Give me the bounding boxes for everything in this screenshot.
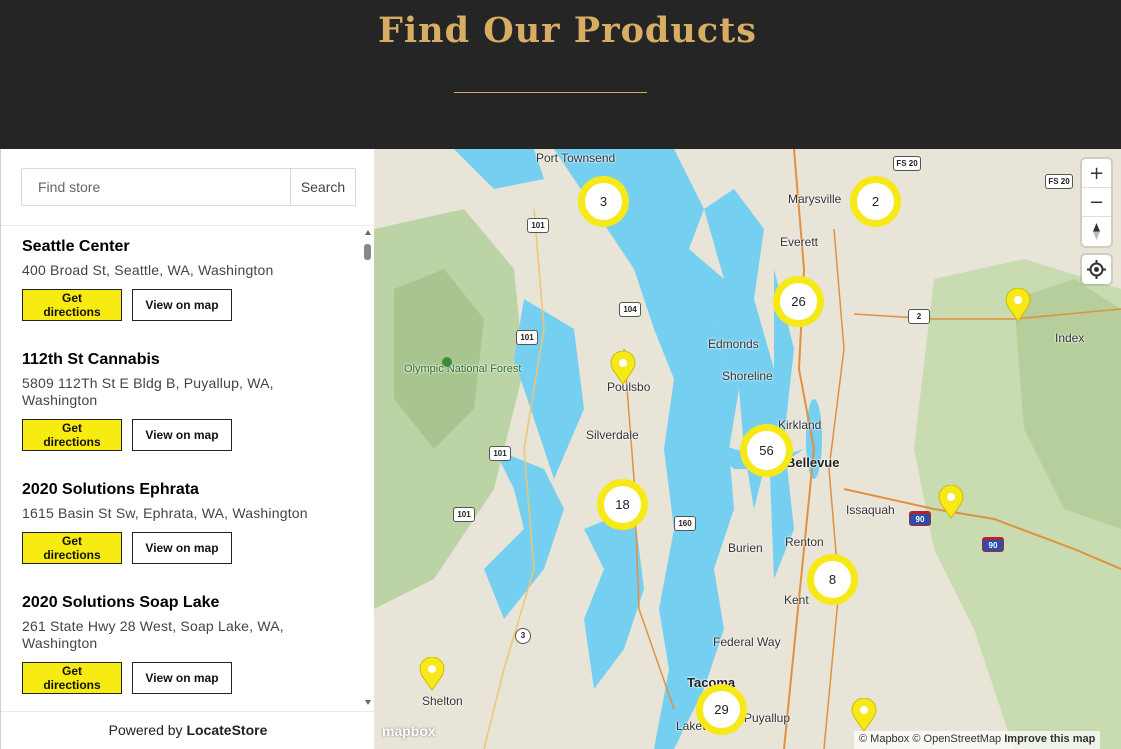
get-directions-button[interactable]: Get directions xyxy=(22,532,122,564)
place-label: Puyallup xyxy=(744,711,791,725)
page-title: Find Our Products xyxy=(378,10,758,51)
scroll-thumb[interactable] xyxy=(364,244,371,260)
scroll-down-arrow-icon[interactable] xyxy=(365,700,371,705)
store-item: Seattle Center 400 Broad St, Seattle, WA… xyxy=(22,238,352,321)
store-cluster[interactable]: 8 xyxy=(807,554,858,605)
place-label: Issaquah xyxy=(846,503,895,517)
store-address: 1615 Basin St Sw, Ephrata, WA, Washingto… xyxy=(22,505,308,521)
place-label: Index xyxy=(1055,331,1085,345)
store-list[interactable]: Seattle Center 400 Broad St, Seattle, WA… xyxy=(1,226,363,711)
search-bar: Search xyxy=(21,168,356,206)
place-label: Burien xyxy=(728,541,763,555)
place-label: Shoreline xyxy=(722,369,773,383)
route-shield: FS 20 xyxy=(1045,174,1073,189)
get-directions-button[interactable]: Get directions xyxy=(22,662,122,694)
geolocate-icon xyxy=(1087,260,1106,279)
store-cluster[interactable]: 2 xyxy=(850,176,901,227)
route-shield: 101 xyxy=(489,446,511,461)
place-label: Silverdale xyxy=(586,428,639,442)
powered-by-footer: Powered by LocateStore xyxy=(1,711,375,749)
map-attribution: © Mapbox © OpenStreetMap Improve this ma… xyxy=(854,731,1101,749)
get-directions-button[interactable]: Get directions xyxy=(22,419,122,451)
view-on-map-button[interactable]: View on map xyxy=(132,419,232,451)
park-tree-icon xyxy=(442,357,452,367)
store-pin-icon[interactable] xyxy=(419,657,445,691)
map-zoom-controls: + − xyxy=(1082,159,1111,246)
place-label: Bellevue xyxy=(786,455,840,470)
route-shield: 104 xyxy=(619,302,641,317)
store-item: 2020 Solutions Soap Lake 261 State Hwy 2… xyxy=(22,594,352,694)
store-cluster[interactable]: 56 xyxy=(740,424,793,477)
zoom-in-button[interactable]: + xyxy=(1082,159,1111,188)
store-pin-icon[interactable] xyxy=(610,351,636,385)
store-name: 2020 Solutions Ephrata xyxy=(22,481,199,498)
place-label: Port Townsend xyxy=(536,151,616,165)
store-pin-icon[interactable] xyxy=(1005,288,1031,322)
view-on-map-button[interactable]: View on map xyxy=(132,289,232,321)
interstate-shield: 90 xyxy=(909,511,931,526)
store-name: 2020 Solutions Soap Lake xyxy=(22,594,220,611)
store-address: 5809 112Th St E Bldg B, Puyallup, WA, Wa… xyxy=(22,375,274,408)
zoom-out-button[interactable]: − xyxy=(1082,188,1111,217)
store-item: 2020 Solutions Ephrata 1615 Basin St Sw,… xyxy=(22,481,352,564)
store-address: 400 Broad St, Seattle, WA, Washington xyxy=(22,262,274,278)
geolocate-button[interactable] xyxy=(1082,255,1111,284)
view-on-map-button[interactable]: View on map xyxy=(132,532,232,564)
store-sidebar: Search Seattle Center 400 Broad St, Seat… xyxy=(0,149,375,749)
place-label: Kent xyxy=(784,593,809,607)
store-name: Seattle Center xyxy=(22,238,130,255)
place-label: Edmonds xyxy=(708,337,759,351)
scroll-up-arrow-icon[interactable] xyxy=(365,230,371,235)
route-shield: 101 xyxy=(516,330,538,345)
place-label: Marysville xyxy=(788,192,842,206)
footer-brand: LocateStore xyxy=(186,722,268,738)
view-on-map-button[interactable]: View on map xyxy=(132,662,232,694)
get-directions-button[interactable]: Get directions xyxy=(22,289,122,321)
interstate-shield: 90 xyxy=(982,537,1004,552)
compass-icon xyxy=(1093,223,1100,240)
route-shield: 160 xyxy=(674,516,696,531)
route-shield: 2 xyxy=(908,309,930,324)
store-name: 112th St Cannabis xyxy=(22,351,160,368)
footer-prefix: Powered by xyxy=(108,722,187,738)
compass-button[interactable] xyxy=(1082,217,1111,246)
place-label: Shelton xyxy=(422,694,463,708)
store-search-input[interactable] xyxy=(22,169,290,205)
store-cluster[interactable]: 18 xyxy=(597,479,648,530)
store-map[interactable]: Port Townsend Marysville Everett Edmonds… xyxy=(374,149,1121,749)
store-pin-icon[interactable] xyxy=(938,485,964,519)
route-shield: FS 20 xyxy=(893,156,921,171)
attrib-mapbox-link[interactable]: © Mapbox xyxy=(859,733,909,745)
route-shield: 101 xyxy=(453,507,475,522)
place-label: Everett xyxy=(780,235,819,249)
improve-map-link[interactable]: Improve this map xyxy=(1004,733,1095,745)
store-cluster[interactable]: 29 xyxy=(696,684,747,735)
title-divider xyxy=(454,92,647,93)
route-shield: 101 xyxy=(527,218,549,233)
page-header: Find Our Products xyxy=(0,0,1121,149)
attrib-osm-link[interactable]: © OpenStreetMap xyxy=(912,733,1001,745)
store-address: 261 State Hwy 28 West, Soap Lake, WA, Wa… xyxy=(22,618,284,651)
store-list-scrollbar[interactable] xyxy=(363,226,373,710)
store-item: 112th St Cannabis 5809 112Th St E Bldg B… xyxy=(22,351,352,451)
place-label: Renton xyxy=(785,535,824,549)
route-shield: 3 xyxy=(515,628,531,644)
store-cluster[interactable]: 3 xyxy=(578,176,629,227)
mapbox-logo[interactable]: mapbox xyxy=(382,723,436,739)
place-label: Kirkland xyxy=(778,418,822,432)
store-pin-icon[interactable] xyxy=(851,698,877,732)
place-label: Federal Way xyxy=(713,635,781,649)
store-cluster[interactable]: 26 xyxy=(773,276,824,327)
search-button[interactable]: Search xyxy=(290,169,355,205)
